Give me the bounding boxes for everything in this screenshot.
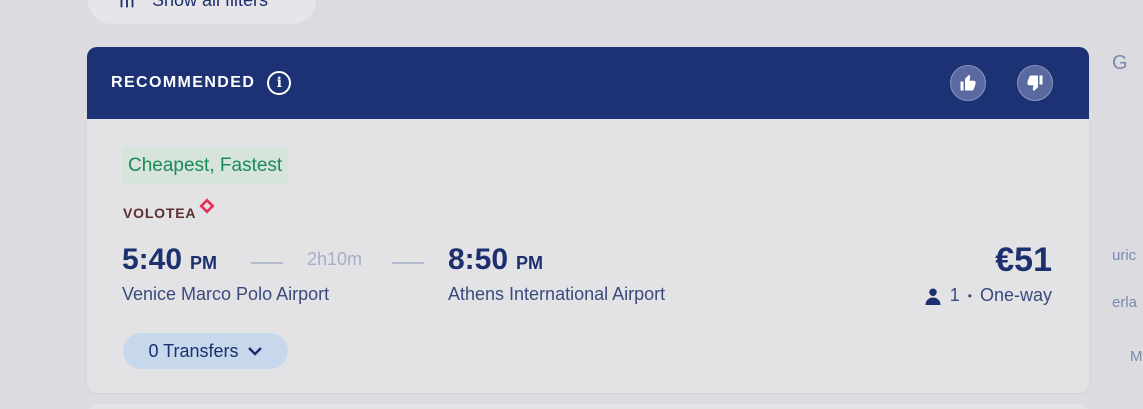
filters-label: Show all filters <box>152 0 268 11</box>
map-label-3: erla <box>1112 294 1138 311</box>
flight-duration: 2h10m <box>307 249 363 269</box>
map-label-2: uric <box>1112 247 1137 264</box>
airline-mark-icon <box>199 198 215 214</box>
arrival-clock: 8:50 <box>448 243 509 276</box>
transfers-toggle-button[interactable]: 0 Transfers <box>123 333 288 369</box>
duration-line-right <box>392 262 424 264</box>
chevron-down-icon <box>247 347 262 356</box>
arrival-airport: Athens International Airport <box>448 284 666 304</box>
thumb-down-button[interactable] <box>1017 65 1053 101</box>
map-label-4: M <box>1130 348 1143 365</box>
thumb-down-icon <box>1027 75 1043 91</box>
departure-ampm: PM <box>190 253 218 273</box>
recommended-label: RECOMMENDED <box>111 74 256 91</box>
arrival-ampm: PM <box>516 253 544 273</box>
departure-time: 5:40 PM <box>122 243 217 277</box>
filter-icon <box>120 0 134 8</box>
next-result-card[interactable] <box>87 404 1089 409</box>
cheapest-fastest-badge: Cheapest, Fastest <box>122 147 289 185</box>
transfers-label: 0 Transfers <box>148 340 239 361</box>
passenger-count: 1 <box>949 285 960 305</box>
passenger-info: 1 • One-way <box>924 285 1052 306</box>
airline-name: VOLOTEA <box>123 205 197 221</box>
price: €51 <box>995 241 1052 279</box>
departure-airport: Venice Marco Polo Airport <box>122 284 330 304</box>
card-header: RECOMMENDED i <box>87 47 1089 119</box>
map-preview[interactable]: G uric erla M <box>1110 40 1143 370</box>
trip-type: One-way <box>979 285 1052 305</box>
map-label-1: G <box>1112 52 1128 74</box>
airline-logo: VOLOTEA <box>123 197 216 221</box>
separator-dot: • <box>967 288 972 303</box>
thumb-up-icon <box>960 74 976 91</box>
arrival-time: 8:50 PM <box>448 243 543 277</box>
flight-result-card[interactable]: RECOMMENDED i Cheapest, Fastest VOLOTEA <box>87 47 1089 393</box>
card-body: Cheapest, Fastest VOLOTEA 5:40 PM 2h10m … <box>87 119 1089 393</box>
show-all-filters-button[interactable]: Show all filters <box>88 0 316 24</box>
departure-clock: 5:40 <box>122 243 183 276</box>
person-icon <box>925 288 941 305</box>
duration-line-left <box>251 262 283 264</box>
info-icon[interactable]: i <box>267 71 292 95</box>
thumb-up-button[interactable] <box>950 65 986 101</box>
